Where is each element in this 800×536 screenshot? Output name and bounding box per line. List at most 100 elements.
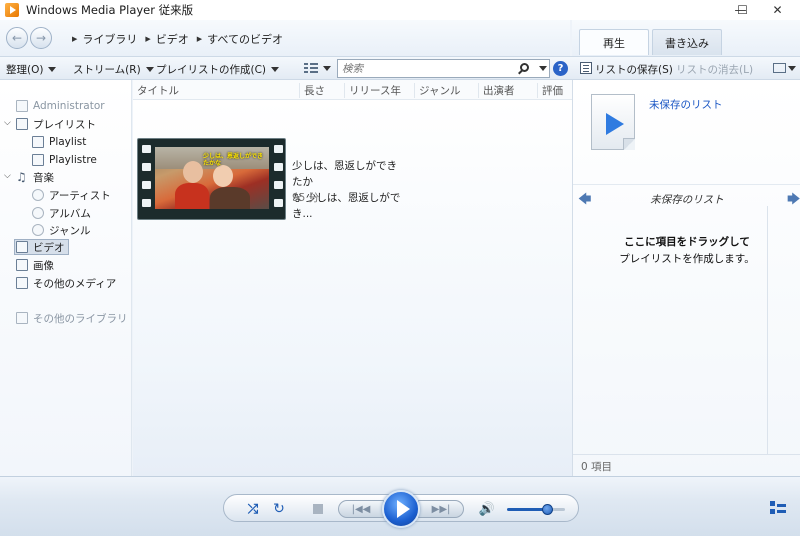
navigation-pane: Administrator ⌵ プレイリスト Playlist Playlist… xyxy=(0,80,132,476)
search-dropdown-icon[interactable] xyxy=(539,66,547,71)
repeat-icon: ↻ xyxy=(273,501,285,517)
breadcrumb-arrow-icon[interactable]: ▶ xyxy=(197,35,202,43)
nav-item-music[interactable]: ♫ 音楽 xyxy=(16,169,54,185)
previous-icon: |◀◀ xyxy=(351,503,371,515)
picture-icon xyxy=(16,259,28,271)
next-button[interactable]: ▶▶| xyxy=(418,500,464,518)
play-icon xyxy=(396,500,410,518)
album-icon xyxy=(32,207,44,219)
switch-to-now-playing-icon[interactable] xyxy=(770,501,786,515)
list-pane: 未保存のリスト 🡄 未保存のリスト 🡆 ここに項目をドラッグして プレイリストを… xyxy=(572,80,800,476)
nav-item-other-media[interactable]: その他のメディア xyxy=(16,275,116,291)
drop-hint: ここに項目をドラッグして プレイリストを作成します。 xyxy=(573,234,800,268)
column-header-title[interactable]: タイトル xyxy=(133,83,179,98)
breadcrumb-arrow-icon[interactable]: ▶ xyxy=(72,35,77,43)
nav-item-label: Playlist xyxy=(49,136,87,148)
play-button[interactable] xyxy=(382,490,420,528)
view-options-button[interactable] xyxy=(304,62,331,74)
list-nav-title: 未保存のリスト xyxy=(650,194,724,206)
playlist-icon xyxy=(32,154,44,166)
list-item-count: 0 項目 xyxy=(573,454,800,476)
video-thumbnail-image: 少しは、恩返しができたかな xyxy=(155,147,269,209)
expand-chevron-icon[interactable]: ⌵ xyxy=(4,171,11,181)
organize-menu[interactable]: 整理(O) xyxy=(6,62,57,77)
artist-icon xyxy=(32,189,44,201)
volume-slider-thumb[interactable] xyxy=(542,504,553,515)
content-area: 少しは、恩返しができたかな 少しは、恩返しができたか な 少しは、恩返しができ.… xyxy=(133,100,572,476)
column-header-length[interactable]: 長さ xyxy=(299,83,325,98)
breadcrumb-all-videos[interactable]: すべてのビデオ xyxy=(207,31,283,47)
save-list-button[interactable]: リストの保存(S) xyxy=(595,62,673,77)
nav-item-label: ジャンル xyxy=(49,224,91,237)
nav-item-administrator[interactable]: Administrator xyxy=(16,98,105,114)
title-bar: Windows Media Player 従来版 — ☐ ✕ xyxy=(0,0,800,20)
column-headers: タイトル 長さ リリース年 ジャンル 出演者 評価 xyxy=(133,80,572,100)
volume-button[interactable]: 🔊 xyxy=(478,501,496,517)
help-icon[interactable]: ? xyxy=(553,61,568,76)
nav-item-other-libraries[interactable]: その他のライブラリ xyxy=(16,310,128,326)
dropdown-arrow-icon xyxy=(271,67,280,72)
breadcrumb-library[interactable]: ライブラリ xyxy=(82,31,137,47)
forward-button[interactable]: → xyxy=(30,27,52,49)
nav-item-label: 音楽 xyxy=(33,171,54,184)
column-header-release-year[interactable]: リリース年 xyxy=(344,83,401,98)
view-options-icon xyxy=(304,62,318,74)
nav-item-pictures[interactable]: 画像 xyxy=(16,257,54,273)
nav-item-video[interactable]: ビデオ xyxy=(14,239,69,255)
search-input[interactable] xyxy=(342,62,512,76)
nav-item-label: その他のメディア xyxy=(33,277,117,290)
toolbar: 整理(O) ストリーム(R) プレイリストの作成(C) ? xyxy=(0,56,572,80)
video-icon xyxy=(16,241,28,253)
speaker-icon: 🔊 xyxy=(478,501,496,517)
playlist-icon xyxy=(32,136,44,148)
column-header-genre[interactable]: ジャンル xyxy=(414,83,460,98)
nav-item-playlists[interactable]: プレイリスト xyxy=(16,116,96,132)
previous-button[interactable]: |◀◀ xyxy=(338,500,384,518)
nav-item-artist[interactable]: アーティスト xyxy=(32,187,111,203)
nav-item-label: その他のライブラリ xyxy=(33,312,128,325)
search-icon[interactable] xyxy=(520,63,529,72)
tab-play[interactable]: 再生 xyxy=(579,29,649,55)
other-media-icon xyxy=(16,277,28,289)
dropdown-arrow-icon xyxy=(145,67,154,72)
app-icon xyxy=(5,3,19,17)
shuffle-button[interactable]: ⤮ xyxy=(244,500,262,518)
close-button[interactable]: ✕ xyxy=(755,0,800,20)
tab-burn[interactable]: 書き込み xyxy=(652,29,722,55)
next-list-arrow-icon[interactable]: 🡆 xyxy=(787,190,800,212)
volume-slider[interactable] xyxy=(507,508,565,511)
list-options-icon[interactable] xyxy=(773,63,786,73)
expand-chevron-icon[interactable]: ⌵ xyxy=(4,118,11,128)
play-icon xyxy=(606,113,624,135)
column-header-rating[interactable]: 評価 xyxy=(537,83,563,98)
playlist-icon xyxy=(16,118,28,130)
video-thumbnail[interactable]: 少しは、恩返しができたかな xyxy=(137,138,286,220)
list-nav-bar: 🡄 未保存のリスト 🡆 xyxy=(573,184,800,208)
create-playlist-menu[interactable]: プレイリストの作成(C) xyxy=(156,62,280,77)
search-box[interactable] xyxy=(337,59,550,78)
stream-menu[interactable]: ストリーム(R) xyxy=(73,62,154,77)
column-header-artist[interactable]: 出演者 xyxy=(478,83,515,98)
breadcrumb: ▶ ライブラリ ▶ ビデオ ▶ すべてのビデオ xyxy=(72,31,291,47)
repeat-button[interactable]: ↻ xyxy=(270,500,288,518)
nav-item-genre[interactable]: ジャンル xyxy=(32,222,90,238)
stream-label: ストリーム(R) xyxy=(73,64,141,76)
player-controls-bar: ⤮ ↻ |◀◀ ▶▶| 🔊 xyxy=(0,476,800,536)
nav-item-album[interactable]: アルバム xyxy=(32,205,91,221)
breadcrumb-arrow-icon[interactable]: ▶ xyxy=(145,35,150,43)
playback-controls: ⤮ ↻ |◀◀ ▶▶| 🔊 xyxy=(223,490,579,528)
dropdown-arrow-icon[interactable] xyxy=(788,66,796,71)
organize-label: 整理(O) xyxy=(6,64,44,76)
clear-list-button[interactable]: リストの消去(L) xyxy=(676,62,753,77)
tab-strip: 再生 書き込み xyxy=(572,20,800,56)
nav-item-playlist[interactable]: Playlist xyxy=(32,134,86,150)
breadcrumb-video[interactable]: ビデオ xyxy=(156,31,189,47)
back-button[interactable]: ← xyxy=(6,27,28,49)
save-list-icon[interactable] xyxy=(580,62,592,74)
stop-button[interactable] xyxy=(313,504,323,514)
nav-item-label: アルバム xyxy=(49,207,91,220)
nav-item-playlistre[interactable]: Playlistre xyxy=(32,152,97,168)
list-name-link[interactable]: 未保存のリスト xyxy=(649,97,723,112)
video-title-line1: 少しは、恩返しができたか xyxy=(292,160,397,188)
other-libraries-icon xyxy=(16,312,28,324)
